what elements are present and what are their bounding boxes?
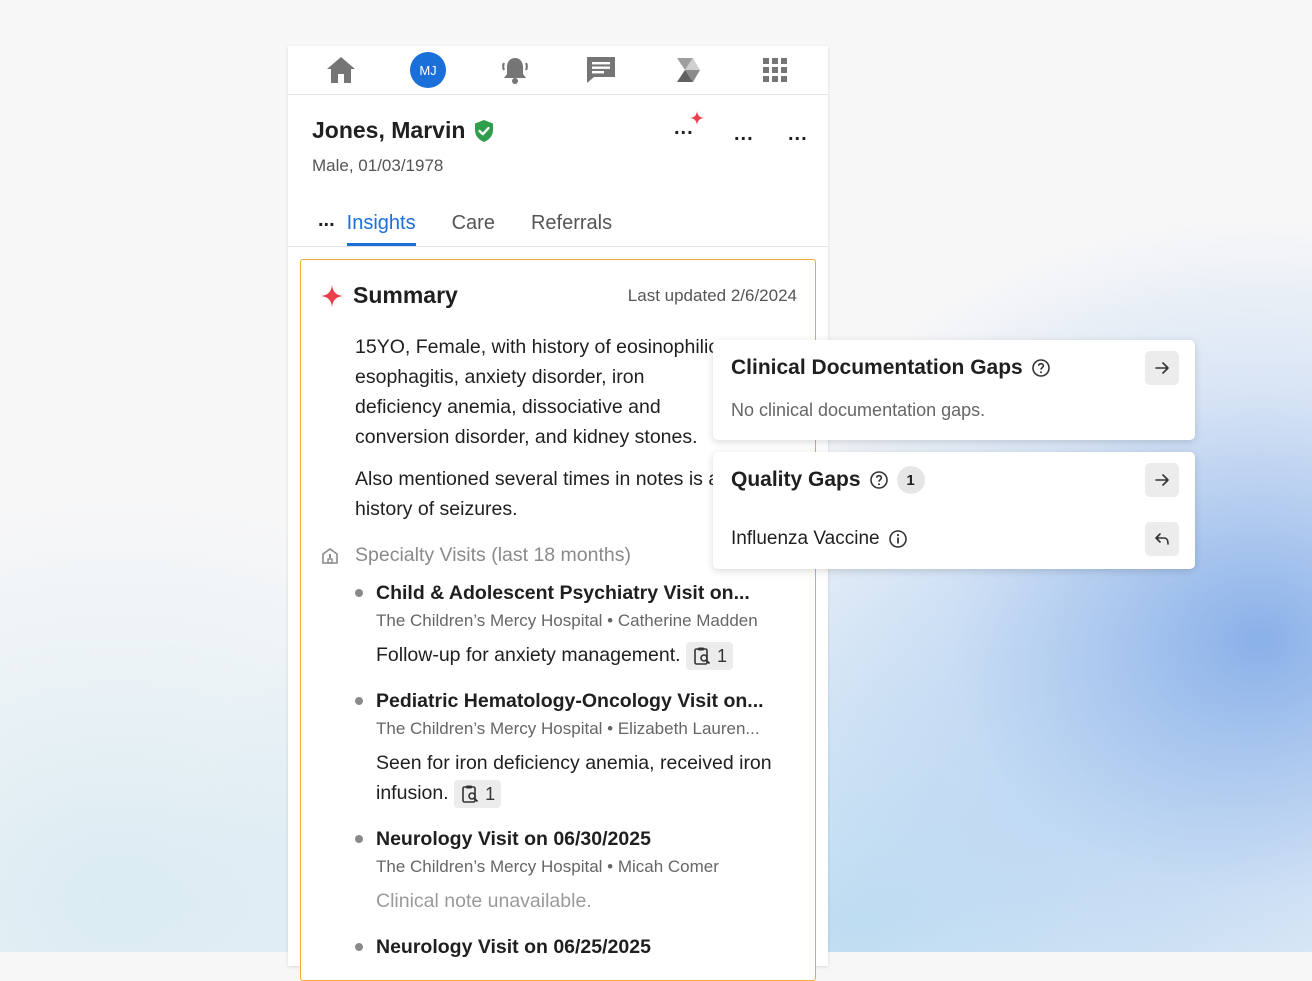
arrow-right-icon	[1155, 474, 1169, 486]
visit-note-text: Seen for iron deficiency anemia, receive…	[376, 752, 772, 804]
visit-title: Neurology Visit on 06/30/2025	[376, 828, 651, 850]
list-item[interactable]: Pediatric Hematology-Oncology Visit on..…	[355, 688, 795, 808]
arrow-right-icon	[1155, 362, 1169, 374]
clinical-notes-chip[interactable]: 1	[454, 779, 502, 808]
info-icon[interactable]	[888, 529, 908, 549]
clinical-gaps-empty-text: No clinical documentation gaps.	[731, 400, 986, 420]
visit-note: Seen for iron deficiency anemia, receive…	[376, 748, 776, 808]
clinical-notes-chip[interactable]: 1	[686, 641, 734, 670]
prism-icon	[676, 58, 700, 82]
tab-insights[interactable]: Insights	[346, 212, 416, 246]
visit-note-text: Follow-up for anxiety management.	[376, 644, 681, 666]
visit-list: Child & Adolescent Psychiatry Visit on..…	[355, 580, 795, 978]
more-actions-button-2[interactable]: ...	[788, 123, 808, 146]
patient-name: Jones, Marvin	[312, 117, 466, 143]
specialty-visits-label: Specialty Visits (last 18 months)	[355, 544, 631, 566]
summary-title: Summary	[353, 282, 458, 308]
more-actions-button-1[interactable]: ...	[734, 123, 754, 146]
chat-icon	[587, 57, 616, 83]
patient-name-row: Jones, Marvin	[312, 117, 495, 144]
clipboard-search-icon	[462, 785, 479, 803]
patient-demographics: Male, 01/03/1978	[312, 156, 444, 175]
clinical-documentation-gaps-card: Clinical Documentation Gaps No clinical …	[713, 340, 1195, 440]
profile-button[interactable]: MJ	[408, 50, 448, 90]
quality-gap-item[interactable]: Influenza Vaccine	[731, 528, 908, 550]
visit-title: Pediatric Hematology-Oncology Visit on..…	[376, 690, 764, 712]
summary-header: Summary	[321, 282, 458, 309]
open-clinical-gaps-button[interactable]	[1145, 351, 1179, 385]
chip-count: 1	[717, 645, 728, 666]
quality-gaps-title-row: Quality Gaps 1	[731, 466, 925, 494]
more-actions-label-2: ...	[788, 123, 808, 145]
summary-text: 15YO, Female, with history of eosinophil…	[355, 332, 735, 536]
chip-count: 1	[485, 783, 496, 804]
notifications-button[interactable]	[495, 50, 535, 90]
summary-paragraph: 15YO, Female, with history of eosinophil…	[355, 336, 719, 448]
bell-icon	[501, 58, 528, 84]
summary-paragraph: Also mentioned several times in notes is…	[355, 468, 720, 520]
bullet	[355, 589, 363, 597]
help-icon[interactable]	[869, 470, 889, 490]
apps-button[interactable]	[755, 50, 795, 90]
tab-overflow-button[interactable]: ...	[318, 209, 347, 246]
tab-care[interactable]: Care	[452, 212, 495, 246]
clinical-gaps-title: Clinical Documentation Gaps	[731, 356, 1023, 379]
reply-arrow-icon	[1155, 533, 1169, 545]
list-item[interactable]: Child & Adolescent Psychiatry Visit on..…	[355, 580, 795, 670]
visit-meta: The Children’s Mercy Hospital • Micah Co…	[376, 857, 719, 876]
bullet	[355, 835, 363, 843]
more-actions-label-1: ...	[734, 123, 754, 145]
visit-meta: The Children’s Mercy Hospital • Elizabet…	[376, 719, 760, 738]
tab-bar: ... Insights Care Referrals	[318, 198, 648, 246]
tab-referrals[interactable]: Referrals	[531, 212, 612, 246]
messages-button[interactable]	[581, 50, 621, 90]
list-item[interactable]: Neurology Visit on 06/30/2025 The Childr…	[355, 826, 795, 916]
patient-header: Jones, Marvin Male, 01/03/1978 ... ... .…	[288, 95, 828, 247]
quality-gaps-card: Quality Gaps 1 Influenza Vaccine	[713, 452, 1195, 569]
sparkle-icon	[690, 111, 704, 125]
list-item[interactable]: Neurology Visit on 06/25/2025	[355, 934, 795, 960]
bullet	[355, 697, 363, 705]
visit-meta: The Children’s Mercy Hospital • Catherin…	[376, 611, 758, 630]
bullet	[355, 943, 363, 951]
home-icon	[327, 57, 356, 83]
reply-button[interactable]	[1145, 522, 1179, 556]
last-updated: Last updated 2/6/2024	[627, 286, 797, 305]
top-nav: MJ	[288, 46, 828, 95]
quality-gaps-count-badge: 1	[896, 466, 925, 494]
open-quality-gaps-button[interactable]	[1145, 463, 1179, 497]
quality-gaps-title: Quality Gaps	[731, 468, 861, 491]
apps-grid-icon	[762, 58, 787, 82]
specialty-visits-heading: Specialty Visits (last 18 months)	[321, 544, 631, 567]
building-icon	[322, 547, 338, 564]
verified-shield-icon	[475, 119, 494, 142]
clinical-gaps-title-row: Clinical Documentation Gaps	[731, 356, 1051, 380]
prism-button[interactable]	[668, 50, 708, 90]
clipboard-search-icon	[694, 647, 711, 665]
visit-title: Neurology Visit on 06/25/2025	[376, 936, 651, 958]
visit-title: Child & Adolescent Psychiatry Visit on..…	[376, 582, 750, 604]
avatar: MJ	[409, 52, 446, 88]
visit-note: Follow-up for anxiety management. 1	[376, 640, 795, 670]
visit-note: Clinical note unavailable.	[376, 890, 592, 912]
sparkle-icon	[321, 284, 343, 307]
quality-gap-item-label: Influenza Vaccine	[731, 528, 880, 549]
help-icon[interactable]	[1031, 358, 1051, 378]
home-button[interactable]	[321, 50, 361, 90]
